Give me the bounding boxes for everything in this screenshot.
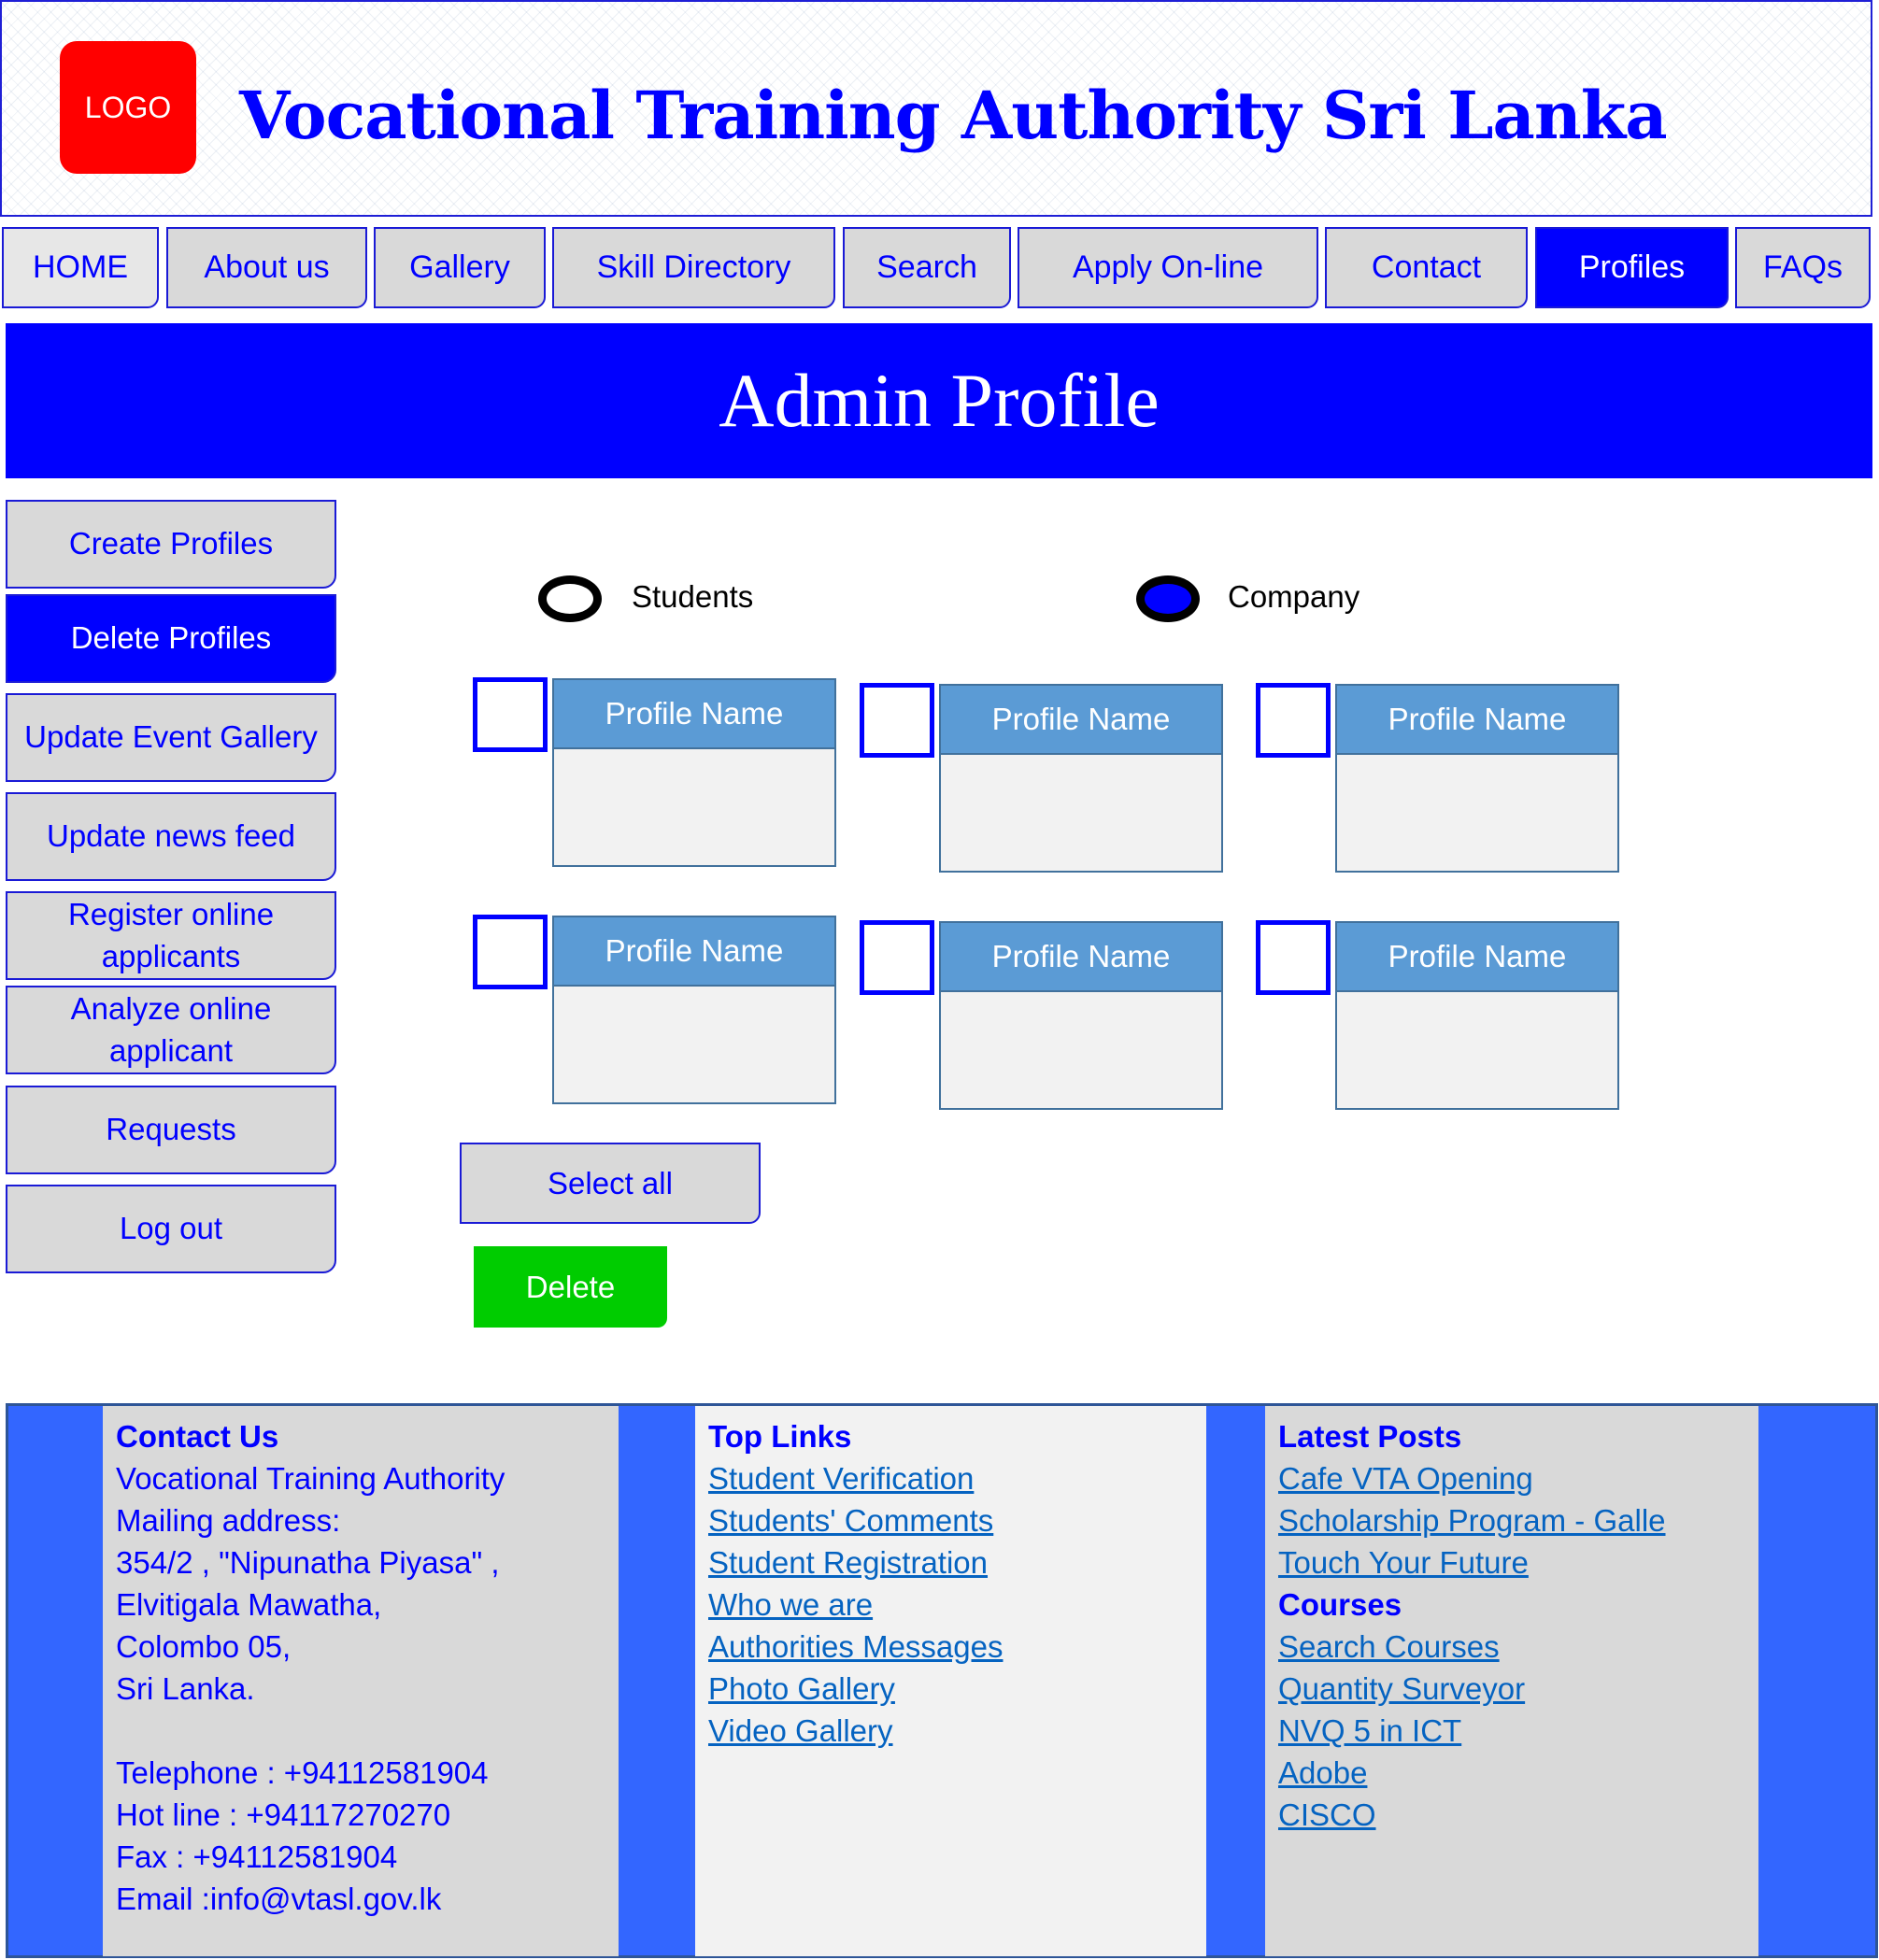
logo[interactable]: LOGO — [60, 41, 196, 174]
nav-tab-contact[interactable]: Contact — [1325, 227, 1528, 308]
footer-link[interactable]: Search Courses — [1278, 1626, 1758, 1668]
nav-tab-gallery[interactable]: Gallery — [374, 227, 546, 308]
sidebar-item-register-online-applicants[interactable]: Register online applicants — [6, 891, 336, 980]
company-radio[interactable] — [1136, 575, 1200, 622]
profile-card[interactable]: Profile Name — [939, 684, 1223, 873]
sidebar-item-delete-profiles[interactable]: Delete Profiles — [6, 594, 336, 683]
profile-name: Profile Name — [941, 686, 1221, 755]
footer-link[interactable]: Quantity Surveyor — [1278, 1668, 1758, 1710]
profile-card[interactable]: Profile Name — [552, 678, 836, 867]
footer-link[interactable]: Students' Comments — [708, 1499, 1206, 1541]
footer-contact-line — [116, 1710, 619, 1752]
profile-name: Profile Name — [1337, 923, 1617, 992]
profile-card[interactable]: Profile Name — [1335, 684, 1619, 873]
footer-link[interactable]: Scholarship Program - Galle — [1278, 1499, 1758, 1541]
profile-checkbox[interactable] — [1256, 920, 1331, 995]
nav-tab-skill-directory[interactable]: Skill Directory — [552, 227, 835, 308]
footer-link[interactable]: Adobe — [1278, 1752, 1758, 1794]
nav-tab-faqs[interactable]: FAQs — [1735, 227, 1871, 308]
footer-fax: Fax : +94112581904 — [116, 1839, 398, 1874]
footer-latest-posts-heading: Latest Posts — [1278, 1419, 1462, 1454]
profile-checkbox[interactable] — [473, 677, 548, 752]
footer-link[interactable]: Student Registration — [708, 1541, 1206, 1584]
footer-contact-line: Vocational Training Authority — [116, 1461, 505, 1496]
footer-link[interactable]: NVQ 5 in ICT — [1278, 1710, 1758, 1752]
students-radio[interactable] — [538, 575, 602, 622]
profile-checkbox[interactable] — [860, 920, 934, 995]
footer-link[interactable]: Touch Your Future — [1278, 1541, 1758, 1584]
profile-checkbox[interactable] — [1256, 683, 1331, 758]
footer-contact-line: Mailing address: — [116, 1503, 341, 1538]
footer-contact-line: 354/2 , "Nipunatha Piyasa" , — [116, 1545, 500, 1580]
footer-hotline: Hot line : +94117270270 — [116, 1797, 451, 1832]
nav-tab-apply-online[interactable]: Apply On-line — [1018, 227, 1318, 308]
footer-courses-heading: Courses — [1278, 1587, 1402, 1622]
company-radio-label: Company — [1228, 579, 1360, 614]
profile-checkbox[interactable] — [860, 683, 934, 758]
profile-name: Profile Name — [554, 680, 834, 749]
profile-name: Profile Name — [554, 917, 834, 987]
select-all-button[interactable]: Select all — [460, 1143, 761, 1224]
sidebar-item-create-profiles[interactable]: Create Profiles — [6, 500, 336, 589]
footer-contact-line: Elvitigala Mawatha, — [116, 1587, 382, 1622]
sidebar-item-analyze-online-applicant[interactable]: Analyze online applicant — [6, 986, 336, 1074]
footer-contact-line: Colombo 05, — [116, 1629, 292, 1664]
footer-link[interactable]: Video Gallery — [708, 1710, 1206, 1752]
profile-card[interactable]: Profile Name — [1335, 921, 1619, 1110]
students-radio-label: Students — [632, 579, 754, 614]
sidebar-item-update-news-feed[interactable]: Update news feed — [6, 792, 336, 881]
footer-telephone: Telephone : +94112581904 — [116, 1755, 489, 1790]
profile-name: Profile Name — [1337, 686, 1617, 755]
profile-checkbox[interactable] — [473, 915, 548, 989]
footer-email: Email :info@vtasl.gov.lk — [116, 1882, 442, 1916]
profile-name: Profile Name — [941, 923, 1221, 992]
nav-tab-profiles[interactable]: Profiles — [1535, 227, 1729, 308]
footer-link[interactable]: Cafe VTA Opening — [1278, 1457, 1758, 1499]
profile-card[interactable]: Profile Name — [939, 921, 1223, 1110]
page-title-banner: Admin Profile — [6, 323, 1872, 478]
site-title: Vocational Training Authority Sri Lanka — [239, 77, 1668, 154]
nav-tab-home[interactable]: HOME — [2, 227, 159, 308]
footer-top-links-heading: Top Links — [708, 1419, 852, 1454]
delete-button[interactable]: Delete — [474, 1246, 667, 1328]
profile-card[interactable]: Profile Name — [552, 916, 836, 1104]
footer-contact-heading: Contact Us — [116, 1419, 279, 1454]
sidebar-item-update-event-gallery[interactable]: Update Event Gallery — [6, 693, 336, 782]
footer-link[interactable]: Photo Gallery — [708, 1668, 1206, 1710]
footer-link[interactable]: Student Verification — [708, 1457, 1206, 1499]
sidebar-item-log-out[interactable]: Log out — [6, 1185, 336, 1273]
nav-tab-about-us[interactable]: About us — [166, 227, 367, 308]
nav-tab-search[interactable]: Search — [843, 227, 1011, 308]
footer-link[interactable]: Who we are — [708, 1584, 1206, 1626]
footer-latest-posts-column: Latest Posts Cafe VTA Opening Scholarshi… — [1265, 1406, 1758, 1956]
footer-link[interactable]: Authorities Messages — [708, 1626, 1206, 1668]
footer-top-links-column: Top Links Student Verification Students'… — [695, 1406, 1206, 1956]
footer-contact-line: Sri Lanka. — [116, 1671, 255, 1706]
footer-link[interactable]: CISCO — [1278, 1794, 1758, 1836]
sidebar-item-requests[interactable]: Requests — [6, 1086, 336, 1174]
footer-contact-column: Contact Us Vocational Training Authority… — [103, 1406, 619, 1956]
